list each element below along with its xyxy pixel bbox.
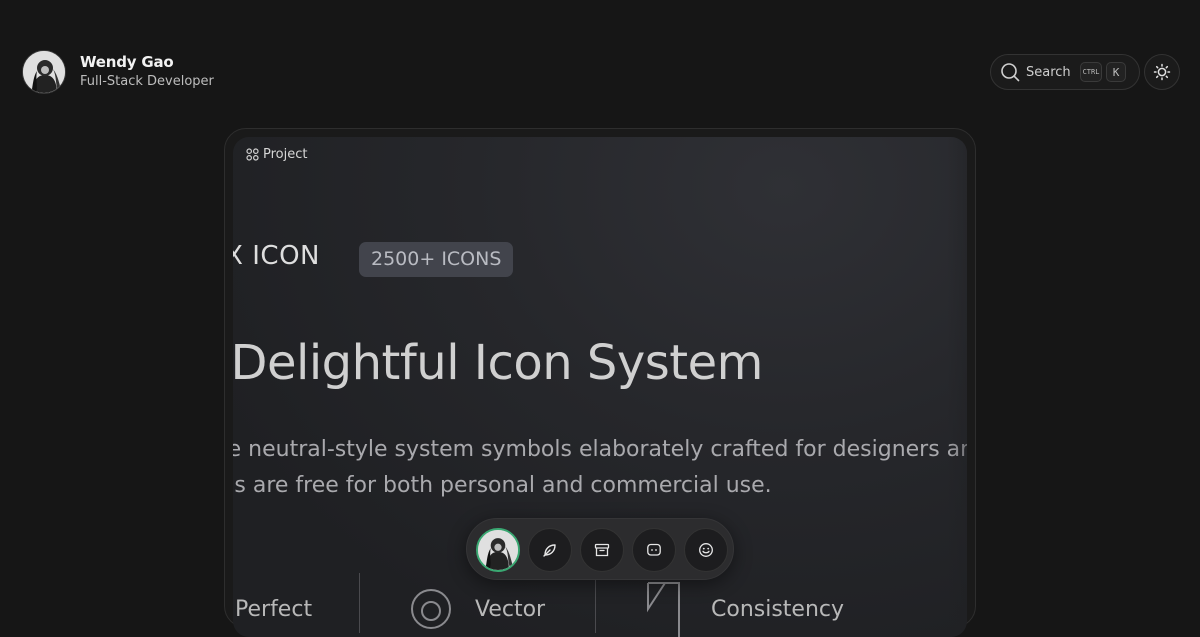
avatar[interactable]	[22, 50, 66, 94]
preview-description-line: te neutral-style system symbols elaborat…	[233, 437, 967, 462]
project-badge-label: Project	[263, 147, 308, 162]
search-label: Search	[1026, 64, 1071, 80]
dock-writing-button[interactable]	[528, 528, 572, 572]
preview-description-line: ons are free for both personal and comme…	[233, 473, 772, 498]
smile-icon	[699, 543, 713, 557]
dock-projects-button[interactable]	[580, 528, 624, 572]
avatar-photo-icon	[478, 530, 518, 570]
dock-about-button[interactable]	[684, 528, 728, 572]
sun-icon	[1153, 63, 1171, 81]
grid-icon	[246, 148, 259, 161]
bottom-dock	[466, 518, 734, 580]
profile-role: Full-Stack Developer	[80, 74, 214, 89]
preview-count-badge: 2500+ ICONS	[359, 242, 514, 277]
profile-name: Wendy Gao	[80, 53, 174, 71]
feature-vector: Vector	[475, 597, 546, 622]
preview-headline: ly Delightful Icon System	[233, 335, 763, 391]
site-header: Wendy Gao Full-Stack Developer Search CT…	[0, 0, 1200, 120]
archive-icon	[594, 543, 610, 557]
feature-divider	[595, 573, 596, 633]
profile[interactable]: Wendy Gao Full-Stack Developer	[22, 50, 214, 94]
shortcut-modifier: CTRL	[1080, 62, 1102, 82]
preview-title: IX ICON	[233, 241, 320, 271]
dock-home-avatar[interactable]	[476, 528, 520, 572]
theme-toggle-button[interactable]	[1144, 54, 1180, 90]
vector-icon	[411, 589, 451, 629]
consistency-icon	[647, 582, 680, 637]
feature-perfect: Perfect	[235, 597, 313, 622]
feather-icon	[543, 544, 556, 557]
shortcut-key: K	[1106, 62, 1126, 82]
search-button[interactable]: Search CTRL K	[990, 54, 1140, 90]
avatar-photo-icon	[23, 51, 65, 93]
preview-fade	[947, 137, 967, 637]
chat-icon	[647, 543, 661, 556]
dock-chat-button[interactable]	[632, 528, 676, 572]
project-badge: Project	[246, 147, 307, 162]
search-icon	[1001, 63, 1020, 82]
feature-consistency: Consistency	[711, 597, 845, 622]
feature-divider	[359, 573, 360, 633]
